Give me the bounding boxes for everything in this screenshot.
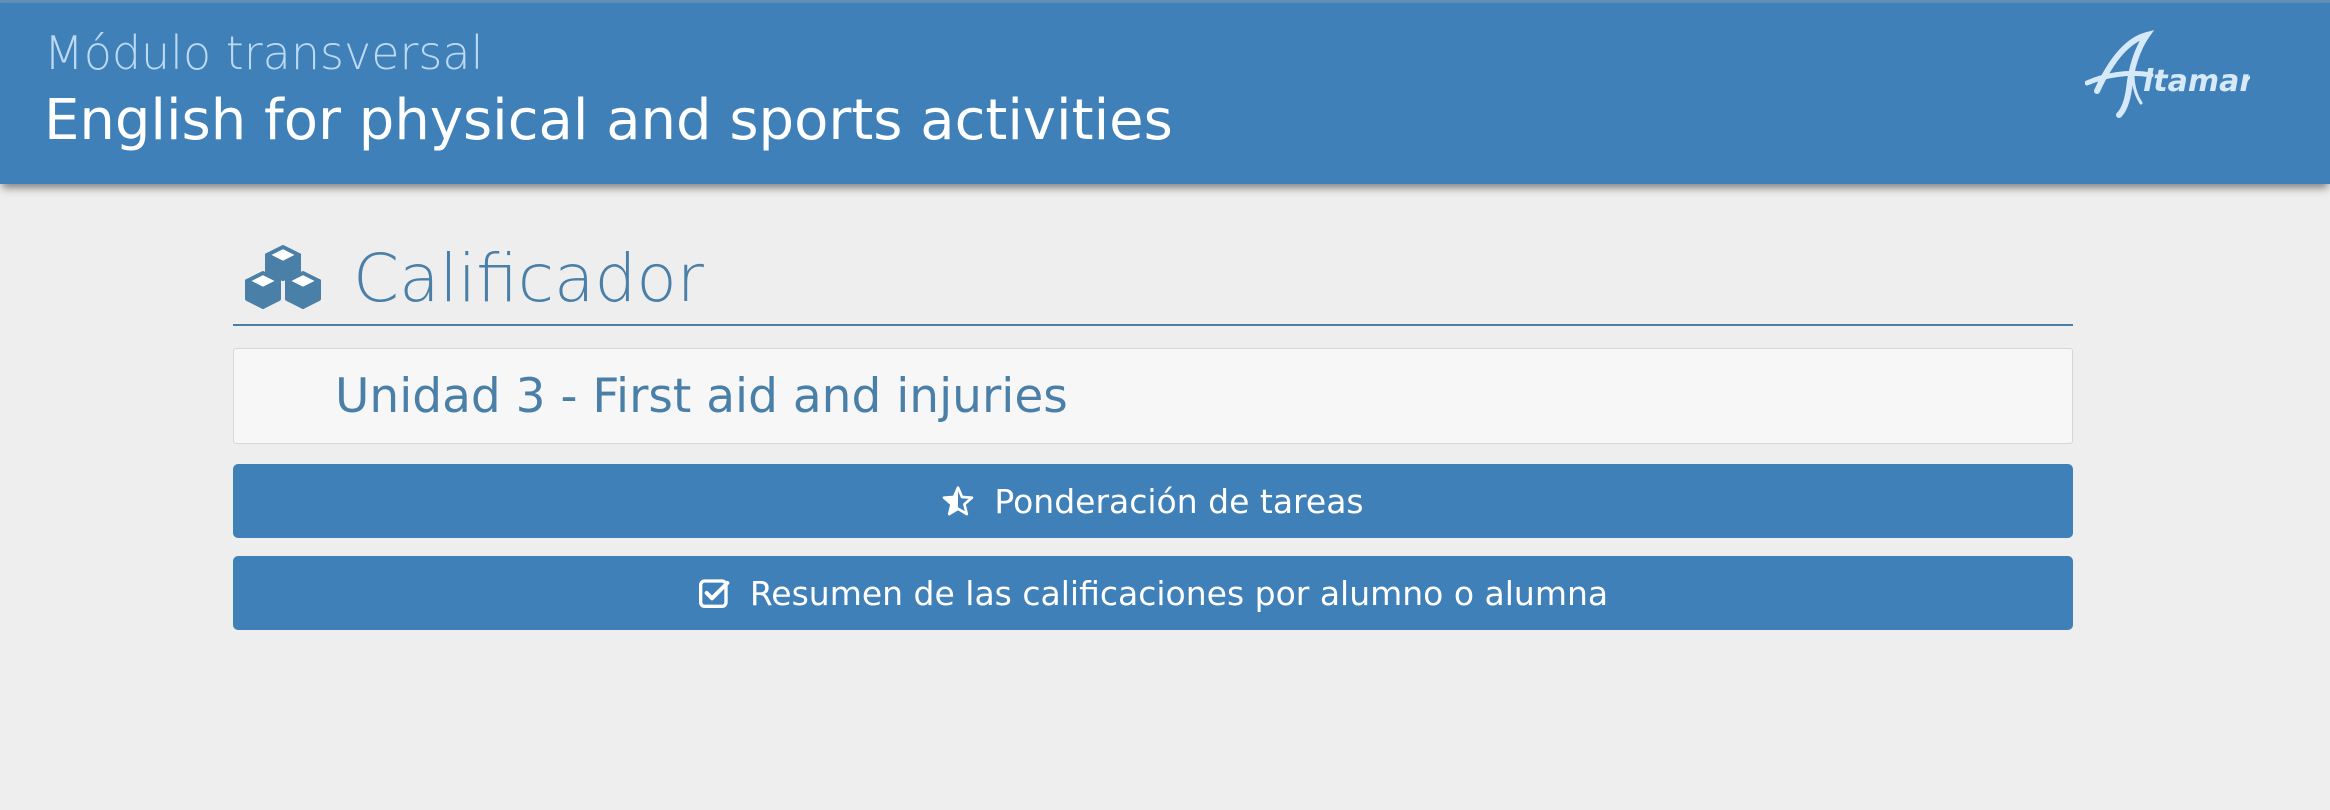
check-square-icon bbox=[698, 579, 730, 608]
header-texts: Módulo transversal English for physical … bbox=[44, 21, 1173, 157]
main-content: Calificador Unidad 3 - First aid and inj… bbox=[233, 232, 2073, 630]
task-weighting-button[interactable]: Ponderación de tareas bbox=[233, 464, 2073, 538]
grades-summary-button[interactable]: Resumen de las calificaciones por alumno… bbox=[233, 556, 2073, 630]
module-subtitle: Módulo transversal bbox=[44, 26, 484, 80]
grades-summary-label: Resumen de las calificaciones por alumno… bbox=[749, 573, 1609, 613]
course-title: English for physical and sports activiti… bbox=[44, 88, 1173, 153]
unit-title: Unidad 3 - First aid and injuries bbox=[335, 368, 1068, 424]
task-weighting-label: Ponderación de tareas bbox=[994, 481, 1364, 521]
star-half-icon bbox=[943, 486, 974, 516]
cubes-icon bbox=[245, 245, 321, 309]
app-header: Módulo transversal English for physical … bbox=[0, 3, 2330, 184]
altamar-logo[interactable]: ltamar bbox=[2085, 29, 2250, 119]
unit-panel: Unidad 3 - First aid and injuries bbox=[233, 348, 2073, 444]
svg-text:ltamar: ltamar bbox=[2143, 64, 2250, 99]
page-title: Calificador bbox=[353, 239, 704, 317]
section-header: Calificador bbox=[233, 232, 2073, 326]
